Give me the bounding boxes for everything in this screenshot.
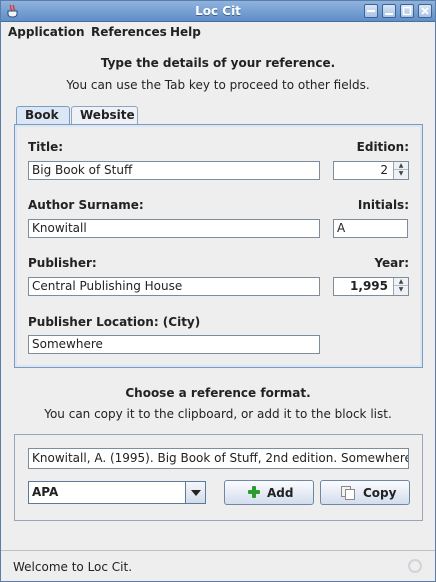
title-bar[interactable]: Loc Cit: [1, 1, 435, 22]
initials-label: Initials:: [357, 198, 409, 212]
edition-spinner-arrows: ▲ ▼: [393, 162, 408, 179]
title-label: Title:: [28, 140, 64, 154]
year-increment-button[interactable]: ▲: [394, 278, 408, 286]
add-button-label: Add: [267, 486, 294, 500]
edition-label: Edition:: [356, 140, 409, 154]
format-select-value: APA: [32, 485, 59, 499]
format-select[interactable]: APA: [28, 481, 206, 504]
app-window: Loc Cit Application References Help Type…: [0, 0, 436, 582]
copy-button-label: Copy: [363, 486, 397, 500]
format-select-arrow[interactable]: [185, 482, 205, 503]
edition-decrement-button[interactable]: ▼: [394, 170, 408, 178]
publisher-location-field[interactable]: Somewhere: [28, 335, 320, 354]
copy-button[interactable]: Copy: [320, 480, 410, 505]
details-hint: You can use the Tab key to proceed to ot…: [66, 78, 370, 92]
author-surname-field[interactable]: Knowitall: [28, 219, 320, 238]
menu-application[interactable]: Application: [8, 25, 85, 39]
publisher-label: Publisher:: [28, 256, 97, 270]
edition-increment-button[interactable]: ▲: [394, 162, 408, 170]
menu-references[interactable]: References: [91, 25, 167, 39]
year-decrement-button[interactable]: ▼: [394, 286, 408, 294]
initials-field[interactable]: A: [333, 219, 408, 238]
busy-indicator-icon: [408, 559, 422, 573]
tab-website[interactable]: Website: [71, 106, 138, 125]
format-hint: You can copy it to the clipboard, or add…: [44, 407, 392, 421]
status-text: Welcome to Loc Cit.: [13, 560, 133, 574]
menu-help[interactable]: Help: [170, 25, 201, 39]
edition-spinner[interactable]: 2 ▲ ▼: [333, 161, 409, 180]
close-button[interactable]: [418, 4, 432, 18]
copy-icon: [340, 485, 356, 504]
minimize-button[interactable]: [382, 4, 396, 18]
author-surname-label: Author Surname:: [28, 198, 144, 212]
publisher-field[interactable]: Central Publishing House: [28, 277, 320, 296]
add-button[interactable]: Add: [224, 480, 314, 505]
menu-window-button[interactable]: [364, 4, 378, 18]
tab-book[interactable]: Book: [16, 106, 70, 125]
title-field[interactable]: Big Book of Stuff: [28, 161, 320, 180]
details-heading: Type the details of your reference.: [100, 56, 336, 70]
format-heading: Choose a reference format.: [125, 386, 311, 400]
year-value: 1,995: [350, 279, 388, 293]
plus-icon: [247, 485, 261, 502]
maximize-button[interactable]: [400, 4, 414, 18]
year-label: Year:: [374, 256, 409, 270]
year-spinner[interactable]: 1,995 ▲ ▼: [333, 277, 409, 296]
status-bar: Welcome to Loc Cit.: [1, 550, 435, 581]
reference-output-field[interactable]: Knowitall, A. (1995). Big Book of Stuff,…: [28, 448, 409, 469]
edition-value: 2: [380, 163, 388, 177]
menu-bar: Application References Help: [1, 22, 435, 42]
publisher-location-label: Publisher Location: (City): [28, 315, 201, 329]
year-spinner-arrows: ▲ ▼: [393, 278, 408, 295]
